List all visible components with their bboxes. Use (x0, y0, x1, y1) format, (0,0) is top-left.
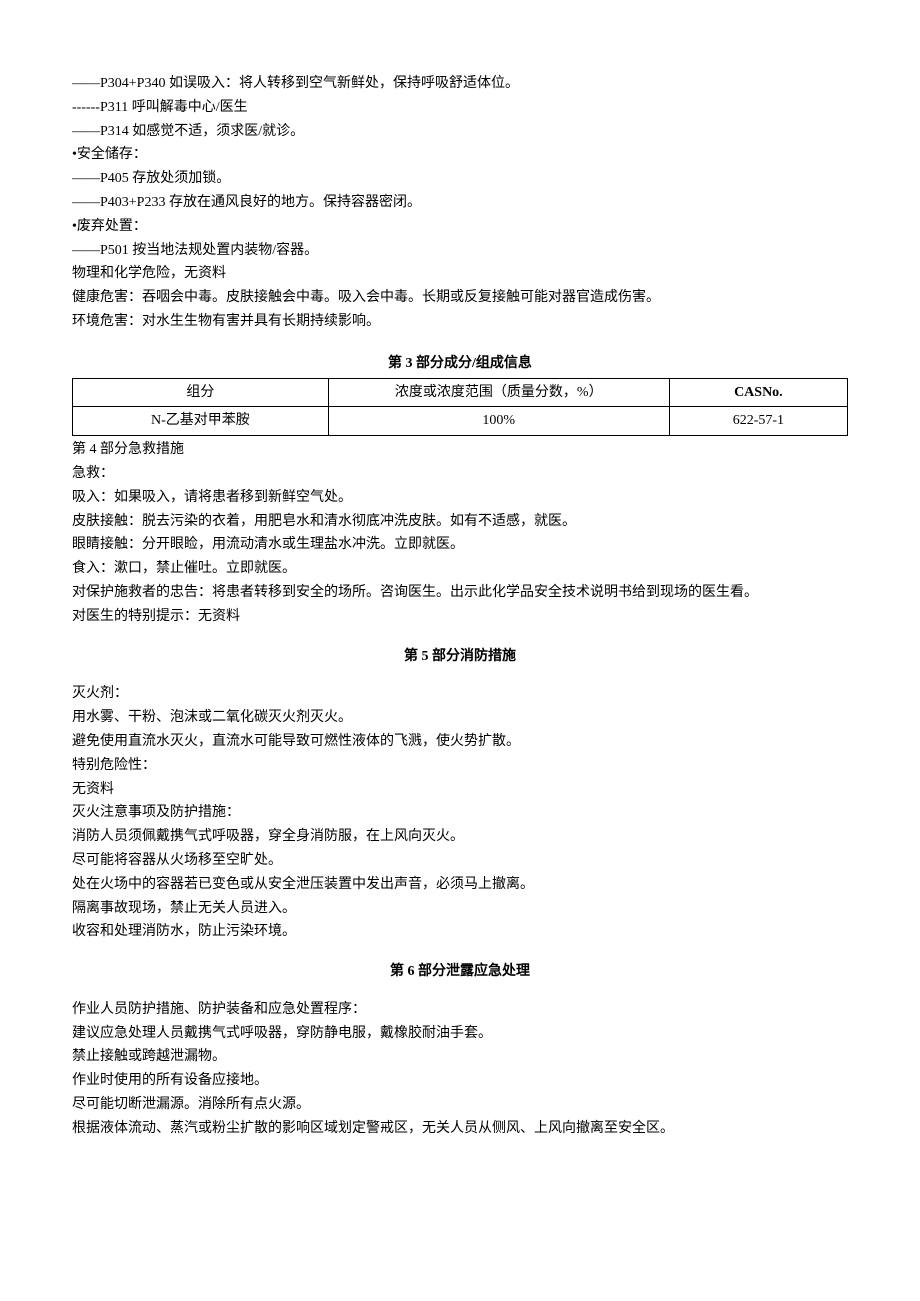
section-4-head: 第 4 部分急救措施 (72, 438, 848, 462)
spill-note-3: 作业时使用的所有设备应接地。 (72, 1069, 848, 1093)
spill-personnel-label: 作业人员防护措施、防护装备和应急处置程序： (72, 998, 848, 1022)
extinguishing-avoid: 避免使用直流水灭火，直流水可能导致可燃性液体的飞溅，使火势扩散。 (72, 730, 848, 754)
table-row: N-乙基对甲苯胺 100% 622-57-1 (73, 407, 848, 436)
extinguishing-agent-text: 用水雾、干粉、泡沫或二氧化碳灭火剂灭火。 (72, 706, 848, 730)
first-aid-skin: 皮肤接触：脱去污染的衣着，用肥皂水和清水彻底冲洗皮肤。如有不适感，就医。 (72, 510, 848, 534)
col-component: 组分 (73, 378, 329, 407)
extinguishing-agent-label: 灭火剂： (72, 682, 848, 706)
precaution-p405: ——P405 存放处须加锁。 (72, 167, 848, 191)
spill-note-1: 建议应急处理人员戴携气式呼吸器，穿防静电服，戴橡胶耐油手套。 (72, 1022, 848, 1046)
firefighting-note-3: 处在火场中的容器若已变色或从安全泄压装置中发出声音，必须马上撤离。 (72, 873, 848, 897)
cell-casno: 622-57-1 (669, 407, 847, 436)
spill-note-2: 禁止接触或跨越泄漏物。 (72, 1045, 848, 1069)
precaution-p304-p340: ——P304+P340 如误吸入：将人转移到空气新鲜处，保持呼吸舒适体位。 (72, 72, 848, 96)
col-casno: CASNo. (669, 378, 847, 407)
spill-note-4: 尽可能切断泄漏源。消除所有点火源。 (72, 1093, 848, 1117)
firefighting-note-5: 收容和处理消防水，防止污染环境。 (72, 920, 848, 944)
col-casno-label: CASNo. (734, 385, 783, 400)
firefighting-note-1: 消防人员须佩戴携气式呼吸器，穿全身消防服，在上风向灭火。 (72, 825, 848, 849)
section-5-title: 第 5 部分消防措施 (72, 645, 848, 669)
firefighting-note-2: 尽可能将容器从火场移至空旷处。 (72, 849, 848, 873)
precaution-p314: ——P314 如感觉不适，须求医/就诊。 (72, 120, 848, 144)
section-3-title: 第 3 部分成分/组成信息 (72, 352, 848, 376)
spill-note-5: 根据液体流动、蒸汽或粉尘扩散的影响区域划定警戒区，无关人员从侧风、上风向撤离至安… (72, 1117, 848, 1141)
first-aid-physician-note: 对医生的特别提示：无资料 (72, 605, 848, 629)
firefighting-notes-label: 灭火注意事项及防护措施： (72, 801, 848, 825)
precaution-p403-p233: ——P403+P233 存放在通风良好的地方。保持容器密闭。 (72, 191, 848, 215)
first-aid-rescuer-note: 对保护施救者的忠告：将患者转移到安全的场所。咨询医生。出示此化学品安全技术说明书… (72, 581, 848, 605)
firefighting-note-4: 隔离事故现场，禁止无关人员进入。 (72, 897, 848, 921)
special-hazard-label: 特别危险性： (72, 754, 848, 778)
storage-heading: •安全储存： (72, 143, 848, 167)
cell-component: N-乙基对甲苯胺 (73, 407, 329, 436)
first-aid-eye: 眼睛接触：分开眼睑，用流动清水或生理盐水冲洗。立即就医。 (72, 533, 848, 557)
composition-table: 组分 浓度或浓度范围（质量分数，%） CASNo. N-乙基对甲苯胺 100% … (72, 378, 848, 437)
first-aid-inhalation: 吸入：如果吸入，请将患者移到新鲜空气处。 (72, 486, 848, 510)
physical-chemical-hazard: 物理和化学危险，无资料 (72, 262, 848, 286)
section-6-title: 第 6 部分泄露应急处理 (72, 960, 848, 984)
col-concentration: 浓度或浓度范围（质量分数，%） (328, 378, 669, 407)
health-hazard: 健康危害：吞咽会中毒。皮肤接触会中毒。吸入会中毒。长期或反复接触可能对器官造成伤… (72, 286, 848, 310)
first-aid-ingestion: 食入：漱口，禁止催吐。立即就医。 (72, 557, 848, 581)
first-aid-label: 急救： (72, 462, 848, 486)
cell-concentration: 100% (328, 407, 669, 436)
environmental-hazard: 环境危害：对水生生物有害并具有长期持续影响。 (72, 310, 848, 334)
precaution-p501: ——P501 按当地法规处置内装物/容器。 (72, 239, 848, 263)
table-header-row: 组分 浓度或浓度范围（质量分数，%） CASNo. (73, 378, 848, 407)
precaution-p311: ------P311 呼叫解毒中心/医生 (72, 96, 848, 120)
special-hazard-text: 无资料 (72, 778, 848, 802)
disposal-heading: •废弃处置： (72, 215, 848, 239)
